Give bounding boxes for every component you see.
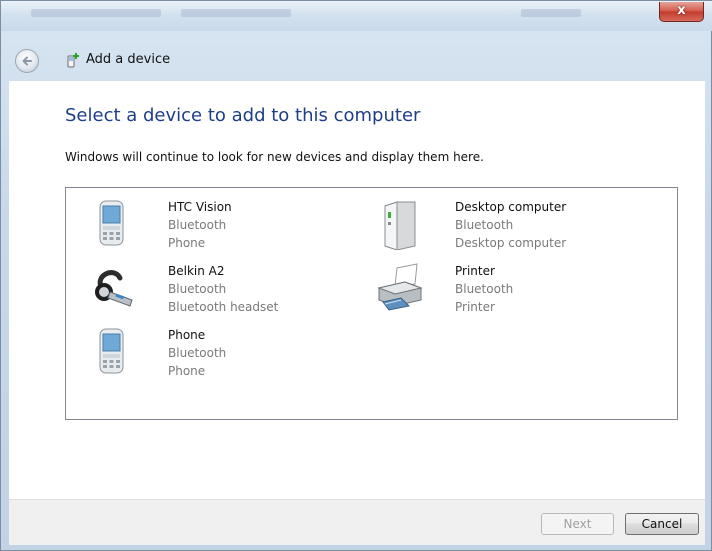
mobile-phone-icon: [99, 328, 124, 374]
title-bar-blur: [31, 9, 161, 17]
device-category: Bluetooth headset: [168, 300, 279, 314]
next-button[interactable]: Next: [541, 513, 614, 535]
button-bar: Next Cancel: [9, 499, 705, 545]
page-heading: Select a device to add to this computer: [65, 105, 421, 126]
bluetooth-headset-icon: [95, 270, 133, 307]
device-name: Printer: [455, 264, 495, 278]
title-bar-blur: [521, 9, 581, 17]
device-name: HTC Vision: [168, 200, 232, 214]
close-icon: x: [677, 3, 686, 18]
device-item-printer[interactable]: Printer Bluetooth Printer: [375, 262, 625, 318]
cancel-button[interactable]: Cancel: [625, 513, 699, 535]
device-connection: Bluetooth: [168, 282, 227, 296]
device-connection: Bluetooth: [168, 346, 227, 360]
device-connection: Bluetooth: [455, 282, 514, 296]
add-device-icon: [67, 53, 79, 68]
device-category: Printer: [455, 300, 495, 314]
title-bar[interactable]: x: [1, 1, 712, 31]
device-category: Desktop computer: [455, 236, 567, 250]
mobile-phone-icon: [99, 200, 124, 246]
device-name: Belkin A2: [168, 264, 225, 278]
back-button[interactable]: [15, 49, 39, 73]
device-item-belkin-a2[interactable]: Belkin A2 Bluetooth Bluetooth headset: [88, 262, 338, 318]
instruction-text: Windows will continue to look for new de…: [65, 150, 484, 164]
device-category: Phone: [168, 364, 206, 378]
device-name: Phone: [168, 328, 206, 342]
back-arrow-icon: [22, 56, 32, 66]
printer-icon: [377, 263, 423, 311]
device-connection: Bluetooth: [168, 218, 227, 232]
device-category: Phone: [168, 236, 206, 250]
device-item-phone[interactable]: Phone Bluetooth Phone: [88, 326, 338, 382]
device-list[interactable]: HTC Vision Bluetooth Phone Desktop compu…: [65, 187, 678, 420]
desktop-tower-icon: [384, 201, 416, 250]
device-item-desktop-computer[interactable]: Desktop computer Bluetooth Desktop compu…: [375, 198, 625, 254]
add-device-window: x Add a device Select a device to add to…: [0, 0, 712, 551]
content-panel: Select a device to add to this computer …: [9, 81, 705, 499]
device-name: Desktop computer: [455, 200, 567, 214]
title-bar-blur: [181, 9, 291, 17]
device-item-htc-vision[interactable]: HTC Vision Bluetooth Phone: [88, 198, 338, 254]
close-button[interactable]: x: [659, 2, 704, 22]
device-connection: Bluetooth: [455, 218, 514, 232]
window-title: Add a device: [86, 52, 171, 67]
